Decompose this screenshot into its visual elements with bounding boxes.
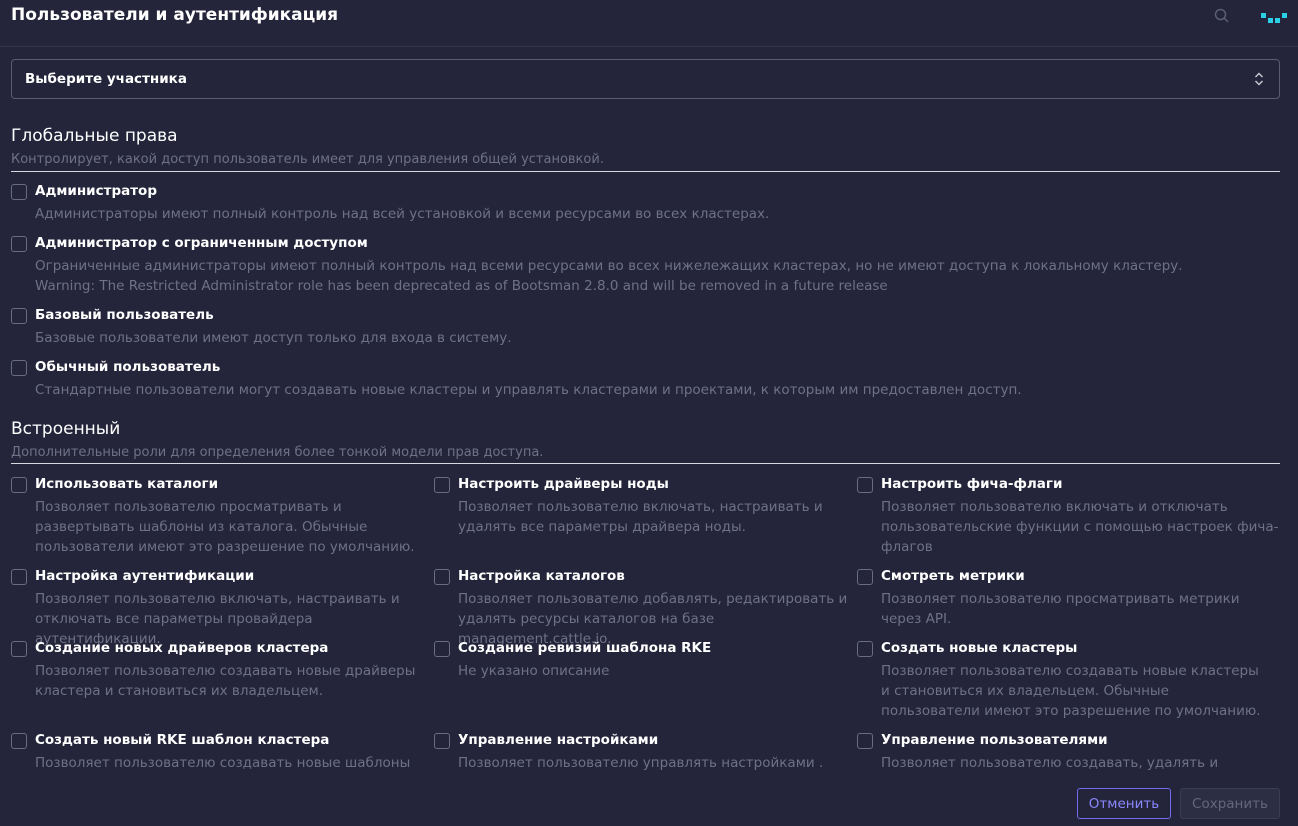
section-divider bbox=[11, 463, 1280, 464]
search-icon[interactable] bbox=[1214, 8, 1230, 24]
checkbox-base-user[interactable] bbox=[11, 308, 27, 324]
option-label-feature-flags: Настроить фича-флаги bbox=[881, 476, 1063, 492]
option-label-manage-settings: Управление настройками bbox=[458, 732, 659, 748]
checkbox-use-catalogs[interactable] bbox=[11, 477, 27, 493]
global-permissions-subtitle: Контролирует, какой доступ пользователь … bbox=[11, 152, 604, 167]
logo-icon bbox=[1260, 10, 1288, 28]
option-label-create-rke-template: Создать новый RKE шаблон кластера bbox=[35, 732, 330, 748]
member-select-value: Выберите участника bbox=[25, 71, 187, 87]
save-button[interactable]: Сохранить bbox=[1180, 788, 1280, 819]
option-desc-base-user: Базовые пользователи имеют доступ только… bbox=[35, 330, 512, 346]
option-desc-manage-settings: Позволяет пользователю управлять настрой… bbox=[458, 755, 824, 771]
option-label-administrator: Администратор bbox=[35, 183, 157, 199]
option-desc-create-cluster-drivers: Позволяет пользователю создавать новые д… bbox=[35, 663, 416, 699]
checkbox-feature-flags[interactable] bbox=[857, 477, 873, 493]
checkbox-create-cluster-drivers[interactable] bbox=[11, 641, 27, 657]
option-desc-node-drivers: Позволяет пользователю включать, настраи… bbox=[458, 499, 823, 535]
option-desc-administrator: Администраторы имеют полный контроль над… bbox=[35, 206, 770, 222]
checkbox-node-drivers[interactable] bbox=[434, 477, 450, 493]
builtin-roles-subtitle: Дополнительные роли для определения боле… bbox=[11, 445, 544, 460]
section-divider bbox=[11, 171, 1280, 172]
cancel-button[interactable]: Отменить bbox=[1077, 788, 1171, 819]
option-label-manage-users: Управление пользователями bbox=[881, 732, 1108, 748]
builtin-roles-title: Встроенный bbox=[11, 419, 121, 439]
option-desc-create-rke-template: Позволяет пользователю создавать новые ш… bbox=[35, 755, 411, 771]
member-select[interactable]: Выберите участника bbox=[11, 59, 1280, 99]
option-desc-feature-flags: Позволяет пользователю включать и отключ… bbox=[881, 499, 1279, 555]
option-label-auth-config: Настройка аутентификации bbox=[35, 568, 255, 584]
option-label-standard-user: Обычный пользователь bbox=[35, 359, 221, 375]
option-desc-create-clusters: Позволяет пользователю создавать новые к… bbox=[881, 663, 1261, 719]
checkbox-restricted-administrator[interactable] bbox=[11, 236, 27, 252]
global-permissions-title: Глобальные права bbox=[11, 126, 178, 146]
checkbox-create-rke-template[interactable] bbox=[11, 733, 27, 749]
option-desc-restricted-administrator: Ограниченные администраторы имеют полный… bbox=[35, 258, 1183, 274]
option-warning-restricted-administrator: Warning: The Restricted Administrator ro… bbox=[35, 278, 888, 294]
option-label-rke-template-revisions: Создание ревизий шаблона RKE bbox=[458, 640, 712, 656]
page-title: Пользователи и аутентификация bbox=[11, 5, 339, 25]
option-label-create-cluster-drivers: Создание новых драйверов кластера bbox=[35, 640, 329, 656]
option-desc-standard-user: Стандартные пользователи могут создавать… bbox=[35, 382, 1022, 398]
option-label-view-metrics: Смотреть метрики bbox=[881, 568, 1025, 584]
option-label-use-catalogs: Использовать каталоги bbox=[35, 476, 219, 492]
option-desc-rke-template-revisions: Не указано описание bbox=[458, 663, 610, 679]
checkbox-create-clusters[interactable] bbox=[857, 641, 873, 657]
option-label-node-drivers: Настроить драйверы ноды bbox=[458, 476, 669, 492]
option-desc-manage-users: Позволяет пользователю создавать, удалят… bbox=[881, 755, 1219, 771]
option-label-create-clusters: Создать новые кластеры bbox=[881, 640, 1078, 656]
option-desc-view-metrics: Позволяет пользователю просматривать мет… bbox=[881, 591, 1240, 627]
top-bar: Пользователи и аутентификация bbox=[0, 0, 1298, 47]
checkbox-catalog-config[interactable] bbox=[434, 569, 450, 585]
chevron-updown-icon bbox=[1253, 71, 1265, 87]
checkbox-rke-template-revisions[interactable] bbox=[434, 641, 450, 657]
checkbox-manage-users[interactable] bbox=[857, 733, 873, 749]
checkbox-standard-user[interactable] bbox=[11, 360, 27, 376]
checkbox-administrator[interactable] bbox=[11, 184, 27, 200]
option-label-restricted-administrator: Администратор с ограниченным доступом bbox=[35, 235, 368, 251]
checkbox-auth-config[interactable] bbox=[11, 569, 27, 585]
checkbox-manage-settings[interactable] bbox=[434, 733, 450, 749]
checkbox-view-metrics[interactable] bbox=[857, 569, 873, 585]
option-label-catalog-config: Настройка каталогов bbox=[458, 568, 625, 584]
option-desc-use-catalogs: Позволяет пользователю просматривать и р… bbox=[35, 499, 415, 555]
option-label-base-user: Базовый пользователь bbox=[35, 307, 214, 323]
